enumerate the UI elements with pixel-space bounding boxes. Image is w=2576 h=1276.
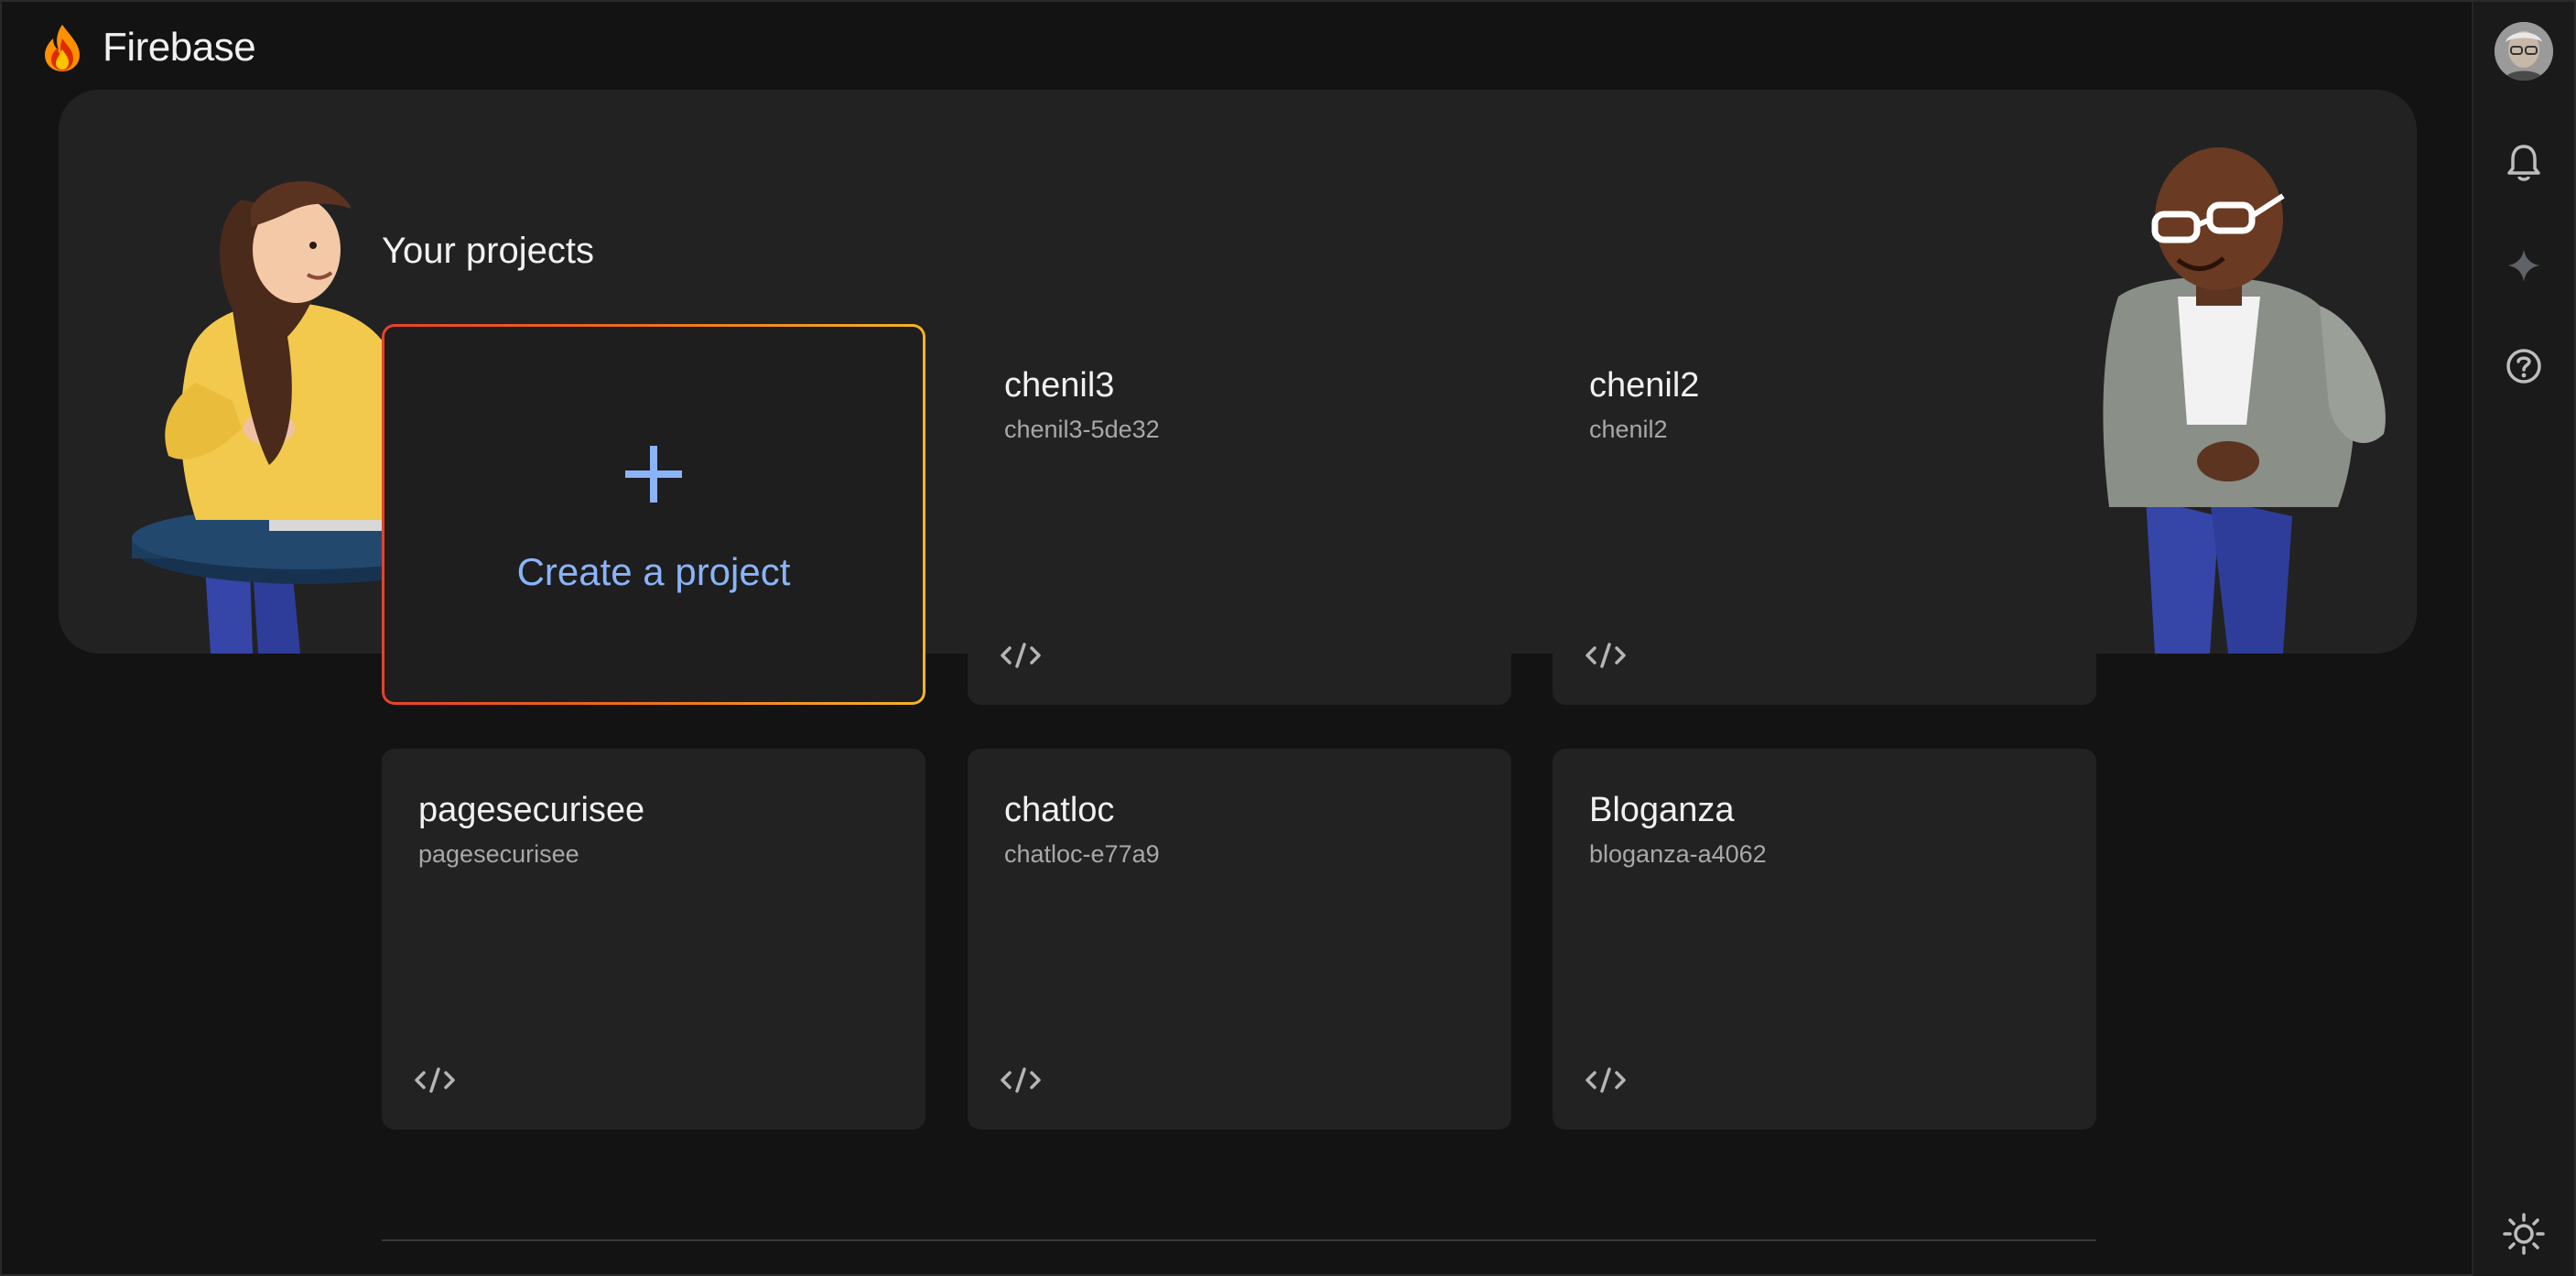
create-project-label: Create a project [516,550,791,593]
theme-toggle-button[interactable] [2495,1205,2553,1263]
project-id: chenil2 [1589,416,1668,443]
section-title: Your projects [382,231,594,271]
project-card-chenil2[interactable]: chenil2 chenil2 [1553,324,2096,705]
code-icon [1001,643,1041,668]
brand-name: Firebase [103,25,256,70]
sun-icon [2503,1213,2545,1255]
avatar [2495,22,2553,81]
account-button[interactable] [2495,22,2553,81]
project-card-chatloc[interactable]: chatloc chatloc-e77a9 [968,749,1511,1130]
project-card-chenil3[interactable]: chenil3 chenil3-5de32 [968,324,1511,705]
project-id: bloganza-a4062 [1589,840,1767,868]
project-name: chenil3 [1004,366,1115,405]
project-id: chenil3-5de32 [1004,416,1160,443]
project-id: pagesecurisee [418,840,579,868]
project-name: pagesecurisee [418,791,645,829]
code-icon [1001,1067,1041,1093]
project-name: chenil2 [1589,366,1700,405]
right-rail [2472,2,2574,1276]
notifications-button[interactable] [2495,134,2553,192]
code-icon [415,1067,455,1093]
help-icon [2506,349,2541,384]
firebase-console: Firebase Your projects Create a project … [0,0,2576,1276]
firebase-logo-icon [45,25,80,71]
code-icon [1586,643,1626,668]
project-id: chatloc-e77a9 [1004,840,1160,868]
code-icon [1586,1067,1626,1093]
help-button[interactable] [2495,337,2553,395]
create-project-card[interactable]: Create a project [382,324,925,705]
divider [382,1239,2096,1241]
plus-icon [625,446,682,503]
project-name: Bloganza [1589,791,1735,829]
bell-icon [2507,145,2540,181]
project-name: chatloc [1004,791,1115,829]
sparkle-icon [2507,249,2540,282]
brand[interactable]: Firebase [42,20,256,75]
project-card-pagesecurisee[interactable]: pagesecurisee pagesecurisee [382,749,925,1130]
project-card-bloganza[interactable]: Bloganza bloganza-a4062 [1553,749,2096,1130]
gemini-button[interactable] [2495,236,2553,295]
